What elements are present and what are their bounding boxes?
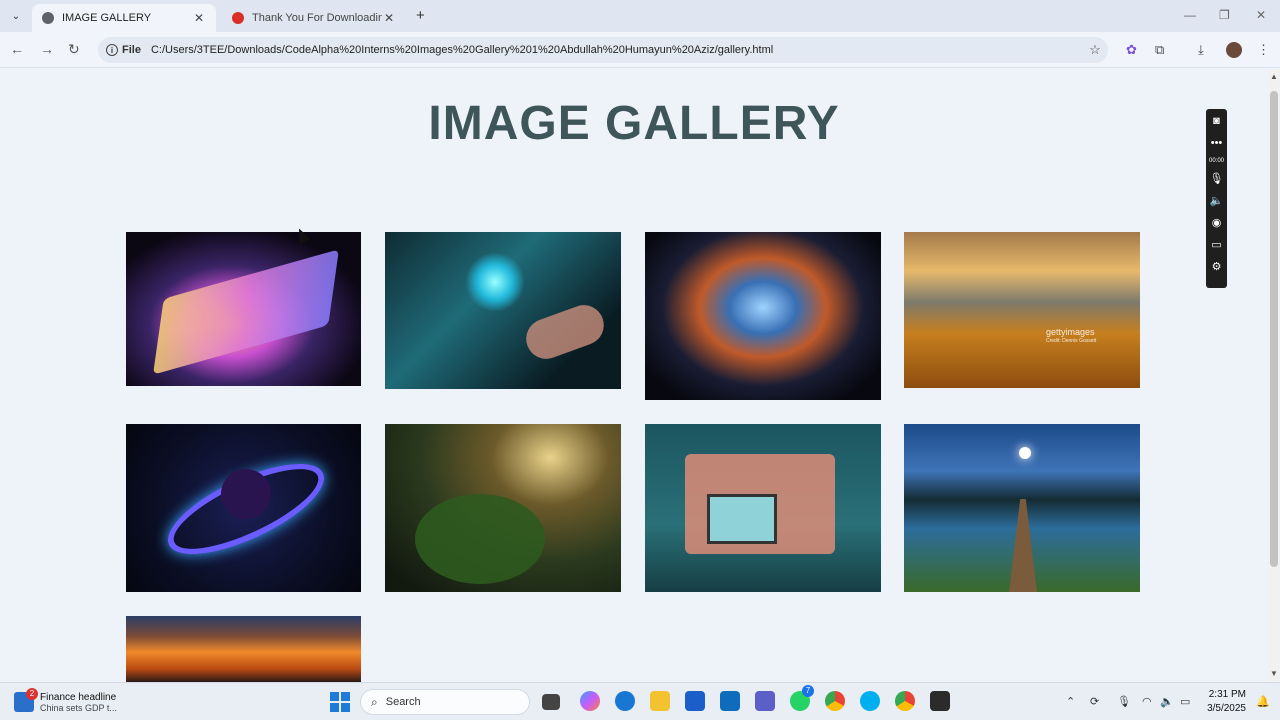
wifi-icon[interactable]: ◠ — [1142, 695, 1152, 708]
volume-icon[interactable]: 🔈 — [1160, 695, 1174, 708]
restore-icon[interactable]: ❐ — [1219, 8, 1230, 22]
gallery-image-typing[interactable] — [385, 232, 621, 389]
search-label: Search — [385, 696, 421, 708]
record-icon — [232, 12, 244, 24]
chrome-icon[interactable] — [825, 691, 845, 711]
reload-icon[interactable]: ↻ — [68, 41, 80, 58]
widget-subtext: China sets GDP t... — [40, 702, 117, 713]
url-text[interactable]: C:/Users/3TEE/Downloads/CodeAlpha%20Inte… — [151, 44, 1082, 56]
clock-time: 2:31 PM — [1208, 689, 1246, 700]
image-credit: Credit: Dennis Gossett — [1046, 338, 1097, 344]
sync-icon[interactable]: ⟳ — [1090, 695, 1099, 708]
gallery-image-laptop-city[interactable] — [645, 424, 881, 592]
scroll-down-icon[interactable]: ▼ — [1270, 669, 1278, 678]
widget-headline: Finance headline — [40, 691, 117, 703]
globe-icon — [42, 12, 54, 24]
menu-kebab-icon[interactable]: ⋮ — [1257, 42, 1270, 58]
image-watermark: gettyimages — [1046, 327, 1095, 337]
tab-strip: ⌄ IMAGE GALLERY ✕ Thank You For Download… — [0, 0, 1280, 32]
speaker-icon[interactable]: 🔈 — [1210, 193, 1224, 209]
system-clock[interactable]: 2:31 PM 3/5/2025 — [1200, 688, 1246, 716]
clock-date: 3/5/2025 — [1207, 703, 1246, 714]
scheme-label: File — [122, 44, 141, 56]
scroll-up-icon[interactable]: ▲ — [1270, 72, 1278, 81]
tab-download[interactable]: Thank You For Downloading Sn ✕ — [222, 4, 406, 32]
extension-ai-icon[interactable]: ✿ — [1126, 42, 1137, 58]
skype-icon[interactable] — [860, 691, 880, 711]
minimize-icon[interactable]: — — [1184, 8, 1196, 22]
chevron-up-icon[interactable]: ⌃ — [1066, 695, 1075, 708]
notification-bell-icon[interactable]: 🔔 — [1256, 695, 1270, 708]
gallery-image-sunset[interactable] — [126, 616, 361, 682]
webcam-icon[interactable]: ◉ — [1212, 215, 1222, 231]
terminal-icon[interactable] — [930, 691, 950, 711]
whatsapp-badge: 7 — [802, 685, 814, 697]
plus-icon[interactable]: + — [416, 7, 425, 24]
task-view-icon[interactable] — [542, 694, 560, 710]
site-info-chip[interactable]: i File — [106, 44, 151, 56]
avatar[interactable] — [1226, 42, 1242, 58]
tab-title: IMAGE GALLERY — [62, 12, 152, 24]
battery-icon[interactable]: ▭ — [1180, 695, 1190, 708]
tab-search-icon[interactable]: ⌄ — [6, 6, 26, 26]
file-explorer-icon[interactable] — [650, 691, 670, 711]
outlook-icon[interactable] — [720, 691, 740, 711]
page-title: IMAGE GALLERY — [428, 97, 840, 150]
news-icon: 2 — [14, 688, 38, 712]
store-icon[interactable] — [685, 691, 705, 711]
camera-icon[interactable]: ◙ — [1213, 113, 1220, 129]
tab-title: Thank You For Downloading Sn — [252, 12, 382, 24]
windows-taskbar: 2 Finance headline China sets GDP t... ⌕… — [0, 682, 1280, 720]
tab-image-gallery[interactable]: IMAGE GALLERY ✕ — [32, 4, 216, 32]
close-tab-icon[interactable]: ✕ — [382, 11, 396, 25]
page-scrollbar[interactable]: ▲ ▼ — [1268, 69, 1280, 682]
recorder-toolbar: ◙ ••• 00:00 🎙 🔈 ◉ ▭ ⚙ — [1206, 109, 1227, 288]
back-icon[interactable]: ← — [10, 41, 24, 57]
gallery-image-laptop[interactable] — [126, 232, 361, 386]
search-icon: ⌕ — [371, 694, 378, 709]
gallery-image-nebula[interactable] — [645, 232, 881, 400]
extensions-puzzle-icon[interactable]: ⧉ — [1155, 42, 1164, 58]
copilot-icon[interactable] — [580, 691, 600, 711]
more-icon[interactable]: ••• — [1211, 135, 1223, 151]
notification-badge: 2 — [26, 688, 38, 700]
gallery-image-plants[interactable] — [385, 424, 621, 592]
whatsapp-icon[interactable]: 7 — [790, 685, 814, 711]
mic-icon[interactable]: 🎙 — [1210, 171, 1224, 187]
taskbar-search[interactable]: ⌕ Search — [360, 689, 530, 715]
mic-tray-icon[interactable]: 🎙 — [1117, 695, 1131, 708]
address-bar[interactable]: i File C:/Users/3TEE/Downloads/CodeAlpha… — [98, 37, 1108, 63]
gallery-page: IMAGE GALLERY gettyimages Credit: Dennis… — [0, 69, 1268, 682]
download-icon[interactable]: ⤓ — [1198, 42, 1204, 58]
window-close-icon[interactable]: ✕ — [1256, 8, 1266, 22]
forward-icon[interactable]: → — [40, 41, 54, 57]
edge-icon[interactable] — [615, 691, 635, 711]
chrome-profile-icon[interactable] — [895, 691, 915, 711]
windows-start-icon[interactable] — [330, 692, 350, 712]
teams-icon[interactable] — [755, 691, 775, 711]
close-tab-icon[interactable]: ✕ — [192, 11, 206, 25]
browser-toolbar: ← → ↻ i File C:/Users/3TEE/Downloads/Cod… — [0, 32, 1280, 68]
news-widget[interactable]: 2 Finance headline China sets GDP t... — [14, 688, 144, 716]
recording-timer: 00:00 — [1208, 158, 1224, 164]
settings-icon[interactable]: ⚙ — [1212, 259, 1222, 275]
gallery-image-planet[interactable] — [126, 424, 361, 592]
bookmark-star-icon[interactable]: ☆ — [1082, 42, 1108, 58]
gallery-image-lake[interactable] — [904, 424, 1140, 592]
info-icon: i — [106, 44, 118, 56]
window-icon[interactable]: ▭ — [1211, 237, 1221, 253]
gallery-image-autumn[interactable]: gettyimages Credit: Dennis Gossett — [904, 232, 1140, 388]
scroll-thumb[interactable] — [1270, 91, 1278, 567]
